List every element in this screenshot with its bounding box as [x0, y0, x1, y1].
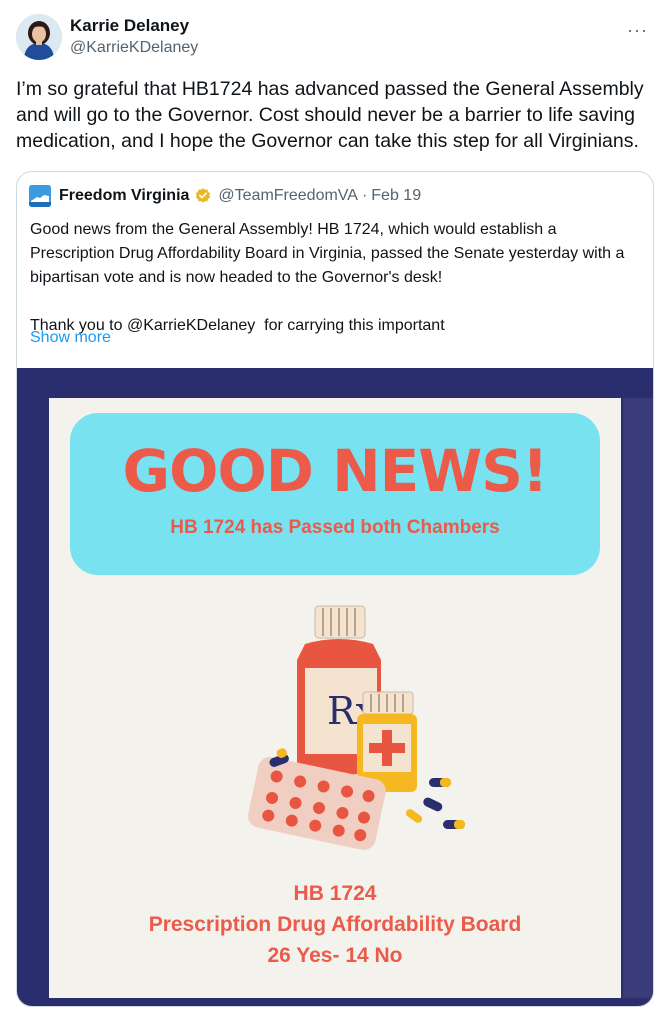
verified-badge-icon — [194, 187, 212, 205]
good-news-subheadline: HB 1724 has Passed both Chambers — [170, 517, 500, 538]
quoted-tweet-date[interactable]: Feb 19 — [371, 187, 421, 205]
tweet: Karrie Delaney @KarrieKDelaney ··· I’m s… — [0, 0, 672, 1024]
quoted-author-name[interactable]: Freedom Virginia — [59, 187, 189, 205]
quoted-tweet-header: Freedom Virginia @TeamFreedomVA · Feb 19 — [29, 184, 421, 208]
bill-number: HB 1724 — [293, 882, 377, 905]
author-name[interactable]: Karrie Delaney — [70, 16, 189, 36]
quoted-tweet[interactable]: Freedom Virginia @TeamFreedomVA · Feb 19… — [16, 171, 654, 1007]
show-more-link[interactable]: Show more — [30, 329, 111, 347]
author-handle[interactable]: @KarrieKDelaney — [70, 39, 198, 57]
freedom-virginia-logo[interactable] — [29, 185, 51, 207]
good-news-headline: GOOD NEWS! — [122, 437, 549, 505]
more-icon[interactable]: ··· — [627, 20, 648, 41]
tweet-text: I’m so grateful that HB1724 has advanced… — [16, 78, 650, 152]
image-canvas: GOOD NEWS! HB 1724 has Passed both Chamb… — [49, 398, 621, 998]
bill-summary: HB 1724 Prescription Drug Affordability … — [49, 878, 621, 971]
separator-dot: · — [361, 187, 368, 204]
avatar[interactable] — [16, 14, 62, 60]
vote-tally: 26 Yes- 14 No — [267, 944, 403, 967]
quoted-tweet-text: Good news from the General Assembly! HB … — [30, 221, 625, 334]
image-frame-stripe — [623, 398, 653, 998]
quoted-tweet-image[interactable]: GOOD NEWS! HB 1724 has Passed both Chamb… — [17, 368, 653, 1006]
quoted-author-handle[interactable]: @TeamFreedomVA — [218, 187, 358, 205]
good-news-banner: GOOD NEWS! HB 1724 has Passed both Chamb… — [70, 413, 600, 575]
medicine-illustration: Rx — [209, 598, 469, 858]
bill-title: Prescription Drug Affordability Board — [148, 913, 522, 936]
